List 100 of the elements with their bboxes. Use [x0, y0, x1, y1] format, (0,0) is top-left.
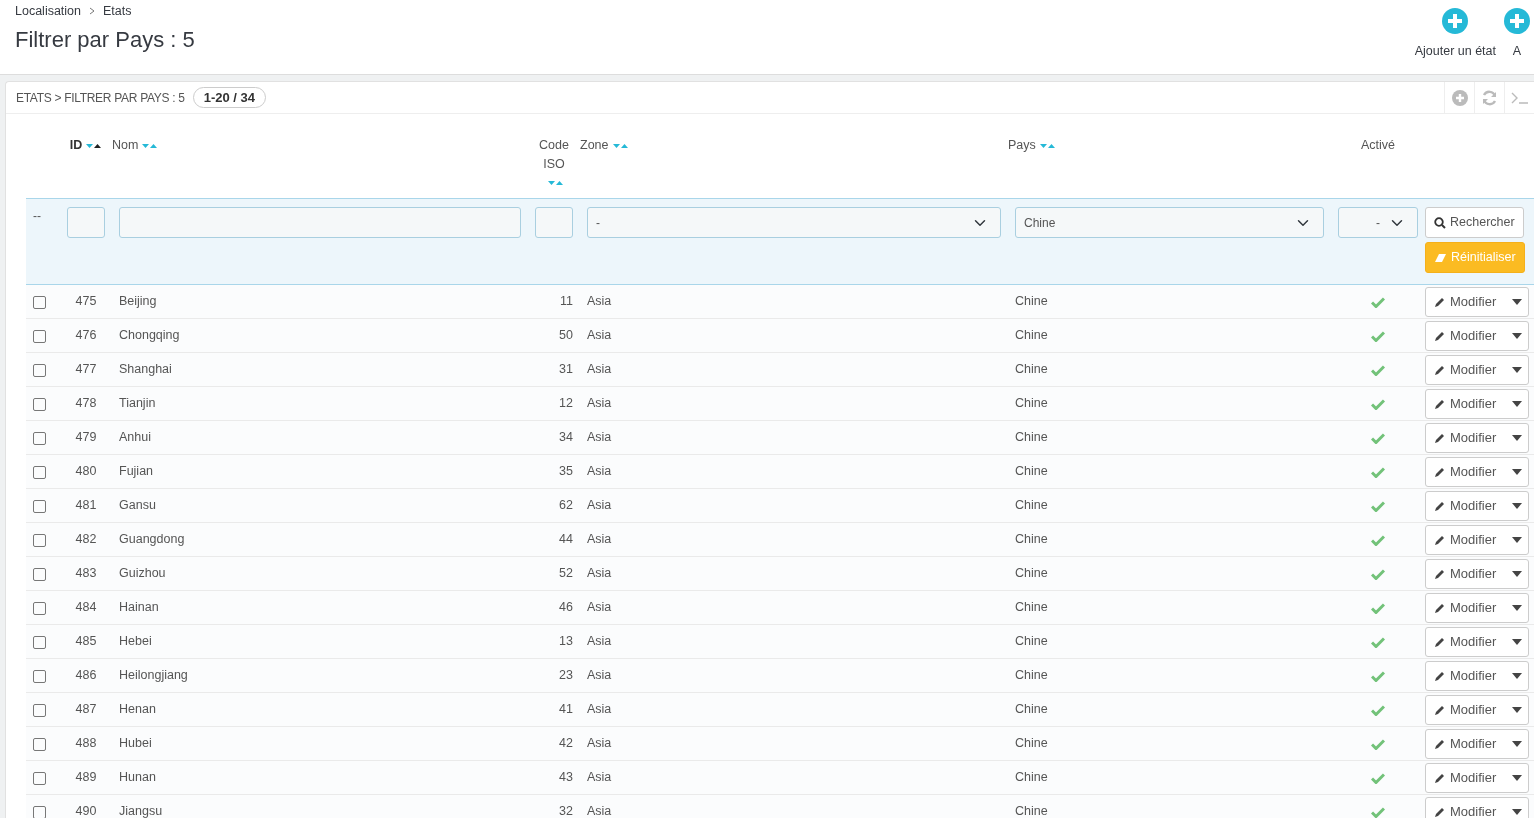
search-button[interactable]: Rechercher [1425, 207, 1524, 239]
caret-icon[interactable] [1512, 570, 1522, 577]
column-header[interactable]: Zone [580, 138, 609, 152]
caret-icon[interactable] [1512, 502, 1522, 509]
caret-icon[interactable] [1512, 298, 1522, 305]
row-checkbox[interactable] [33, 499, 46, 513]
check-icon[interactable] [1371, 704, 1385, 716]
filter-input[interactable] [67, 207, 105, 239]
iso-code: 35 [559, 464, 573, 479]
zone-name: Asia [587, 566, 612, 581]
country-name: Chine [1015, 396, 1048, 411]
row-checkbox[interactable] [33, 533, 46, 547]
edit-button[interactable]: Modifier [1425, 694, 1529, 725]
column-header[interactable]: Pays [1008, 138, 1036, 152]
check-icon[interactable] [1371, 602, 1385, 614]
breadcrumb-link[interactable]: Localisation [15, 2, 81, 21]
caret-icon[interactable] [1512, 536, 1522, 543]
check-icon[interactable] [1371, 670, 1385, 682]
column-header[interactable]: Nom [112, 138, 139, 152]
edit-button[interactable]: Modifier [1425, 762, 1529, 793]
country-name: Chine [1015, 498, 1048, 513]
edit-button[interactable]: Modifier [1425, 422, 1529, 453]
filter-input[interactable] [119, 207, 521, 239]
column-header[interactable]: Code ISO [534, 136, 574, 174]
check-icon[interactable] [1371, 500, 1385, 512]
state-name: Shanghai [119, 362, 172, 377]
zone-name: Asia [587, 736, 612, 751]
zone-name: Asia [587, 634, 612, 649]
caret-icon[interactable] [1512, 740, 1522, 747]
country-name: Chine [1015, 804, 1048, 818]
check-icon[interactable] [1371, 364, 1385, 376]
caret-icon[interactable] [1512, 366, 1522, 373]
caret-icon[interactable] [1512, 638, 1522, 645]
check-icon[interactable] [1371, 534, 1385, 546]
column-header[interactable]: ID [69, 138, 83, 152]
edit-button[interactable]: Modifier [1425, 592, 1529, 623]
edit-button[interactable]: Modifier [1425, 728, 1529, 759]
caret-icon[interactable] [1512, 332, 1522, 339]
check-icon[interactable] [1371, 432, 1385, 444]
row-checkbox[interactable] [33, 465, 46, 479]
check-icon[interactable] [1371, 296, 1385, 308]
edit-button[interactable]: Modifier [1425, 354, 1529, 385]
edit-button[interactable]: Modifier [1425, 286, 1529, 317]
toolbar-button[interactable]: Ajouter un état [1410, 8, 1500, 61]
country-select[interactable]: Chine [1015, 207, 1324, 239]
edit-button[interactable]: Modifier [1425, 796, 1529, 818]
page-title: Filtrer par Pays : 5 [15, 25, 195, 54]
iso-code: 13 [559, 634, 573, 649]
sort-icon[interactable] [86, 142, 103, 149]
row-checkbox[interactable] [33, 431, 46, 445]
zone-select[interactable]: - [587, 207, 1001, 239]
check-icon[interactable] [1371, 330, 1385, 342]
check-icon[interactable] [1371, 466, 1385, 478]
check-icon[interactable] [1371, 772, 1385, 784]
check-icon[interactable] [1371, 636, 1385, 648]
edit-button[interactable]: Modifier [1425, 320, 1529, 351]
row-checkbox[interactable] [33, 363, 46, 377]
row-checkbox[interactable] [33, 737, 46, 751]
row-checkbox[interactable] [33, 669, 46, 683]
edit-button[interactable]: Modifier [1425, 524, 1529, 555]
caret-icon[interactable] [1512, 400, 1522, 407]
row-id: 480 [75, 464, 97, 479]
caret-icon[interactable] [1512, 468, 1522, 475]
row-checkbox[interactable] [33, 567, 46, 581]
pencil-icon [1434, 499, 1446, 512]
country-name: Chine [1015, 464, 1048, 479]
check-icon[interactable] [1371, 738, 1385, 750]
check-icon[interactable] [1371, 806, 1385, 818]
pencil-icon [1434, 703, 1446, 716]
caret-icon[interactable] [1512, 604, 1522, 611]
edit-button[interactable]: Modifier [1425, 388, 1529, 419]
state-name: Hubei [119, 736, 152, 751]
caret-icon[interactable] [1512, 774, 1522, 781]
zone-name: Asia [587, 328, 612, 343]
edit-button[interactable]: Modifier [1425, 660, 1529, 691]
row-checkbox[interactable] [33, 329, 46, 343]
breadcrumb-link[interactable]: Etats [103, 2, 132, 21]
caret-icon[interactable] [1512, 706, 1522, 713]
edit-button[interactable]: Modifier [1425, 626, 1529, 657]
edit-button[interactable]: Modifier [1425, 490, 1529, 521]
edit-button[interactable]: Modifier [1425, 456, 1529, 487]
toolbar-button[interactable]: A [1500, 8, 1534, 61]
row-checkbox[interactable] [33, 703, 46, 717]
iso-code: 41 [559, 702, 573, 717]
caret-icon[interactable] [1512, 672, 1522, 679]
row-checkbox[interactable] [33, 805, 46, 818]
row-checkbox[interactable] [33, 635, 46, 649]
check-icon[interactable] [1371, 568, 1385, 580]
edit-button[interactable]: Modifier [1425, 558, 1529, 589]
bulk-action-label: -- [33, 208, 42, 226]
row-checkbox[interactable] [33, 295, 46, 309]
row-checkbox[interactable] [33, 771, 46, 785]
check-icon[interactable] [1371, 398, 1385, 410]
row-checkbox[interactable] [33, 397, 46, 411]
filter-input[interactable] [535, 207, 573, 239]
caret-icon[interactable] [1512, 434, 1522, 441]
active-select[interactable]: - [1338, 207, 1418, 239]
pencil-icon [1434, 805, 1446, 818]
caret-icon[interactable] [1512, 808, 1522, 815]
row-checkbox[interactable] [33, 601, 46, 615]
